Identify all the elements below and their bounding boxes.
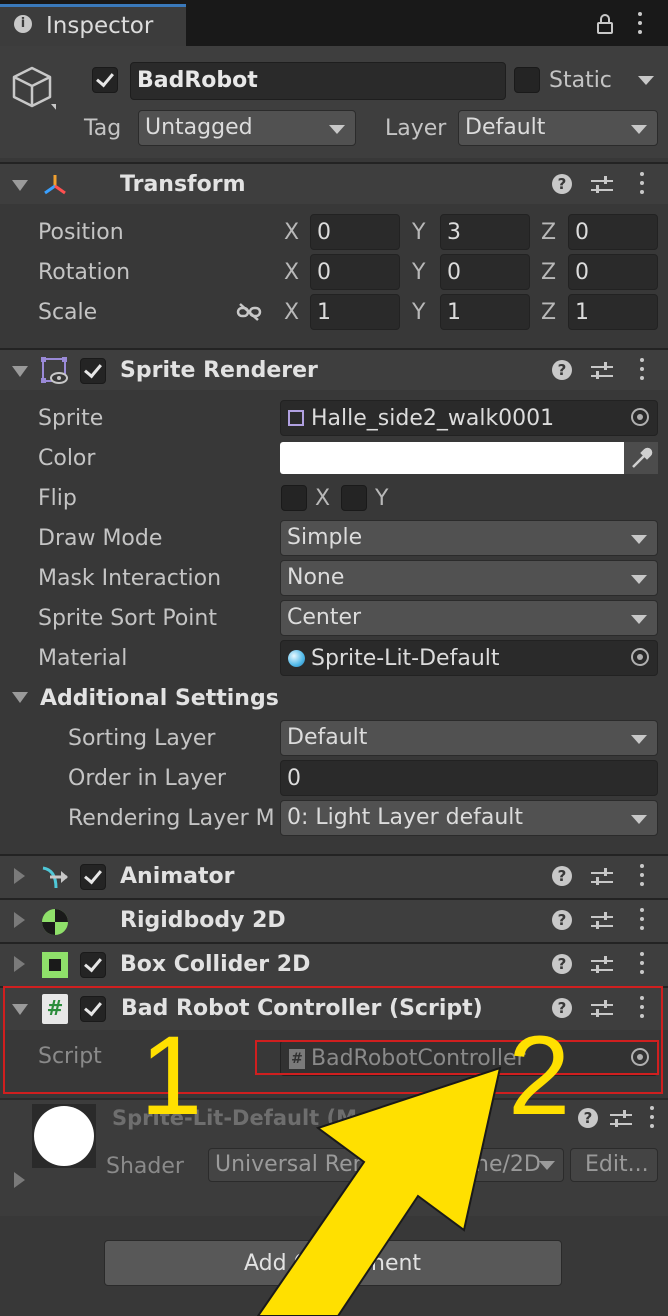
annotation-number-2: 2 bbox=[508, 1013, 571, 1138]
annotation-number-1: 1 bbox=[140, 1013, 203, 1138]
arrow-shape bbox=[256, 1066, 502, 1316]
